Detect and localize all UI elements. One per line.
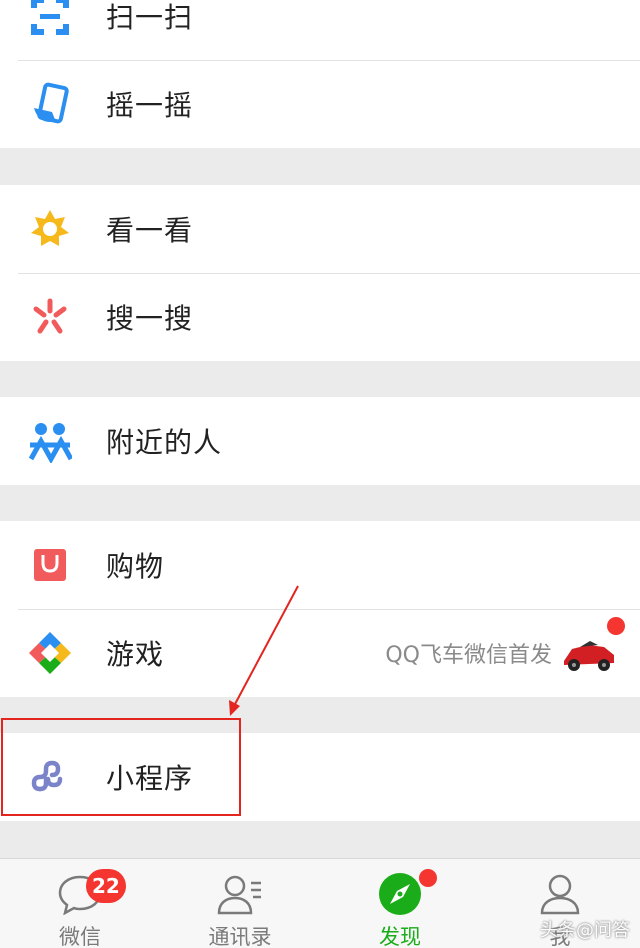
tab-label-chats: 微信 xyxy=(59,925,101,948)
menu-item-top-stories[interactable]: 看一看 xyxy=(0,185,640,273)
menu-item-shake[interactable]: 摇一摇 xyxy=(0,60,640,148)
top-stories-icon xyxy=(26,205,74,253)
group-nearby: 附近的人 xyxy=(0,397,640,485)
menu-item-search[interactable]: 搜一搜 xyxy=(0,273,640,361)
bottom-tab-bar: 22 微信 通讯录 发现 我 头条@问答 xyxy=(0,858,640,948)
menu-item-games[interactable]: 游戏 QQ飞车微信首发 xyxy=(0,609,640,697)
menu-label-top-stories: 看一看 xyxy=(106,214,194,247)
tab-discover[interactable]: 发现 xyxy=(320,859,480,948)
race-car-icon xyxy=(560,633,618,673)
person-icon xyxy=(537,871,583,917)
games-promo-text: QQ飞车微信首发 xyxy=(385,643,552,668)
people-nearby-icon xyxy=(26,417,74,465)
menu-label-shake: 摇一摇 xyxy=(106,89,194,122)
discover-new-dot xyxy=(419,869,437,887)
search-icon xyxy=(26,293,74,341)
contacts-icon xyxy=(217,871,263,917)
tab-chats[interactable]: 22 微信 xyxy=(0,859,160,948)
games-icon xyxy=(26,629,74,677)
compass-icon xyxy=(377,871,423,917)
group-scan-shake: 扫一扫 摇一摇 xyxy=(0,0,640,148)
tab-label-contacts: 通讯录 xyxy=(208,925,272,948)
chats-unread-badge: 22 xyxy=(86,869,126,903)
tab-contacts[interactable]: 通讯录 xyxy=(160,859,320,948)
group-stories-search: 看一看 搜一搜 xyxy=(0,185,640,361)
shopping-bag-icon xyxy=(26,541,74,589)
menu-label-shopping: 购物 xyxy=(106,550,165,583)
annotation-highlight-box xyxy=(1,718,241,816)
menu-item-shopping[interactable]: 购物 xyxy=(0,521,640,609)
menu-item-people-nearby[interactable]: 附近的人 xyxy=(0,397,640,485)
watermark-text: 头条@问答 xyxy=(540,920,630,941)
group-shopping-games: 购物 游戏 QQ飞车微信首发 xyxy=(0,521,640,697)
menu-label-scan: 扫一扫 xyxy=(106,1,194,34)
games-new-dot xyxy=(607,617,625,635)
menu-item-scan[interactable]: 扫一扫 xyxy=(0,0,640,60)
tab-label-discover: 发现 xyxy=(379,925,421,948)
menu-label-games: 游戏 xyxy=(106,638,165,671)
phone-shake-icon xyxy=(26,80,74,128)
menu-label-search: 搜一搜 xyxy=(106,302,194,335)
scan-icon xyxy=(26,0,74,40)
menu-label-people-nearby: 附近的人 xyxy=(106,426,223,459)
